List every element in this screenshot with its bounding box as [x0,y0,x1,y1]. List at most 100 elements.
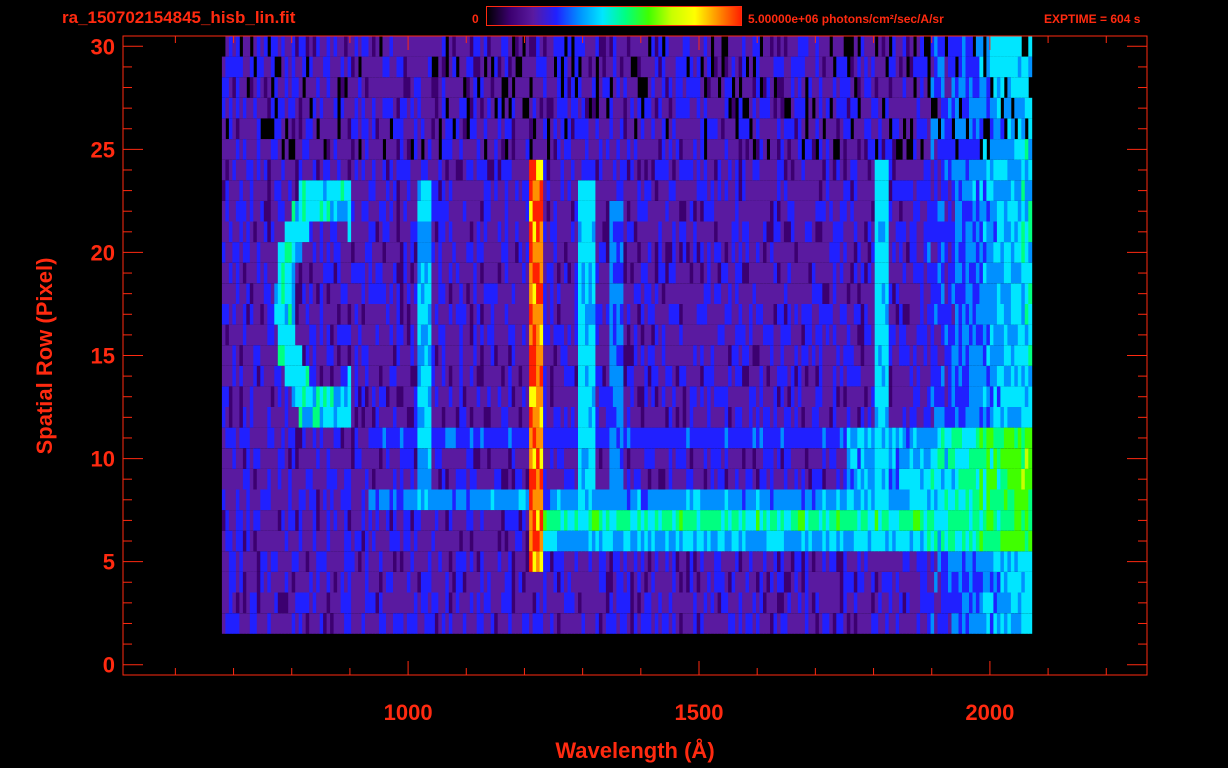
heatmap-cell [941,407,945,428]
heatmap-cell [368,571,373,593]
heatmap-cell [462,304,467,325]
heatmap-cell [253,365,258,387]
heatmap-cell [424,613,429,634]
heatmap-cell [386,530,390,552]
heatmap-cell [637,304,642,325]
heatmap-cell [714,530,718,552]
heatmap-cell [850,427,855,449]
heatmap-cell [337,304,341,325]
heatmap-cell [536,571,540,593]
heatmap-cell [249,613,254,634]
heatmap-cell [420,180,425,201]
heatmap-cell [256,304,261,325]
heatmap-cell [351,448,355,469]
heatmap-cell [986,489,991,511]
heatmap-cell [864,530,869,552]
heatmap-cell [972,551,977,572]
heatmap-cell [511,448,516,469]
heatmap-cell [934,592,938,614]
heatmap-cell [703,613,708,634]
heatmap-cell [714,427,718,449]
heatmap-cell [372,468,376,490]
heatmap-cell [585,551,589,572]
heatmap-cell [323,345,327,366]
heatmap-cell [679,283,684,304]
heatmap-cell [274,324,279,346]
heatmap-cell [923,365,928,387]
heatmap-cell [899,613,903,634]
heatmap-cell [256,283,261,304]
heatmap-cell [588,345,593,366]
heatmap-cell [696,324,701,346]
heatmap-cell [389,427,394,449]
heatmap-cell [361,345,366,366]
heatmap-cell [256,571,261,593]
heatmap-cell [1021,407,1026,428]
heatmap-cell [347,613,352,634]
heatmap-cell [707,571,711,593]
heatmap-cell [277,221,282,243]
heatmap-cell [431,489,436,511]
heatmap-cell [951,407,956,428]
heatmap-cell [473,324,478,346]
heatmap-cell [857,386,862,407]
heatmap-cell [452,221,457,243]
heatmap-cell [892,407,897,428]
heatmap-cell [476,242,481,263]
heatmap-cell [825,592,830,614]
heatmap-cell [588,242,593,263]
heatmap-cell [410,468,415,490]
heatmap-cell [284,530,289,552]
heatmap-cell [696,386,701,407]
heatmap-cell [679,468,684,490]
heatmap-cell [958,510,963,531]
heatmap-cell [448,530,453,552]
heatmap-cell [836,365,841,387]
heatmap-cell [633,345,638,366]
heatmap-cell [675,242,680,263]
heatmap-cell [564,592,568,614]
heatmap-cell [574,407,579,428]
heatmap-cell [382,427,387,449]
heatmap-cell [260,221,265,243]
heatmap-cell [473,283,478,304]
heatmap-cell [616,262,621,284]
heatmap-cell [969,427,973,449]
heatmap-cell [923,530,928,552]
spectrum-image-plot: 1000 1500 2000051015202530 Wavelength (Å) … [32,34,1148,763]
heatmap-cell [246,448,251,469]
heatmap-cell [518,592,523,614]
heatmap-cell [906,427,910,449]
heatmap-cell [284,427,289,449]
heatmap-cell [871,530,876,552]
heatmap-cell [654,592,659,614]
heatmap-cell [717,530,722,552]
heatmap-cell [721,592,725,614]
heatmap-cell [459,530,464,552]
heatmap-cell [808,427,813,449]
heatmap-cell [228,489,233,511]
heatmap-cell [965,510,970,531]
heatmap-cell [525,386,530,407]
heatmap-cell [738,324,743,346]
heatmap-cell [780,510,785,531]
heatmap-cell [445,345,450,366]
heatmap-cell [330,324,334,346]
heatmap-cell [710,592,715,614]
heatmap-cell [955,283,959,304]
heatmap-cell [714,551,718,572]
heatmap-cell [347,386,352,407]
heatmap-cell [902,530,907,552]
heatmap-cell [752,571,757,593]
heatmap-cell [1010,427,1015,449]
heatmap-cell [406,180,411,201]
heatmap-cell [623,324,628,346]
heatmap-cell [529,530,533,552]
heatmap-cell [375,283,380,304]
heatmap-cell [759,262,764,284]
heatmap-cell [752,510,757,531]
heatmap-cell [892,304,897,325]
heatmap-cell [263,427,268,449]
heatmap-cell [546,262,551,284]
heatmap-cell [913,510,917,531]
